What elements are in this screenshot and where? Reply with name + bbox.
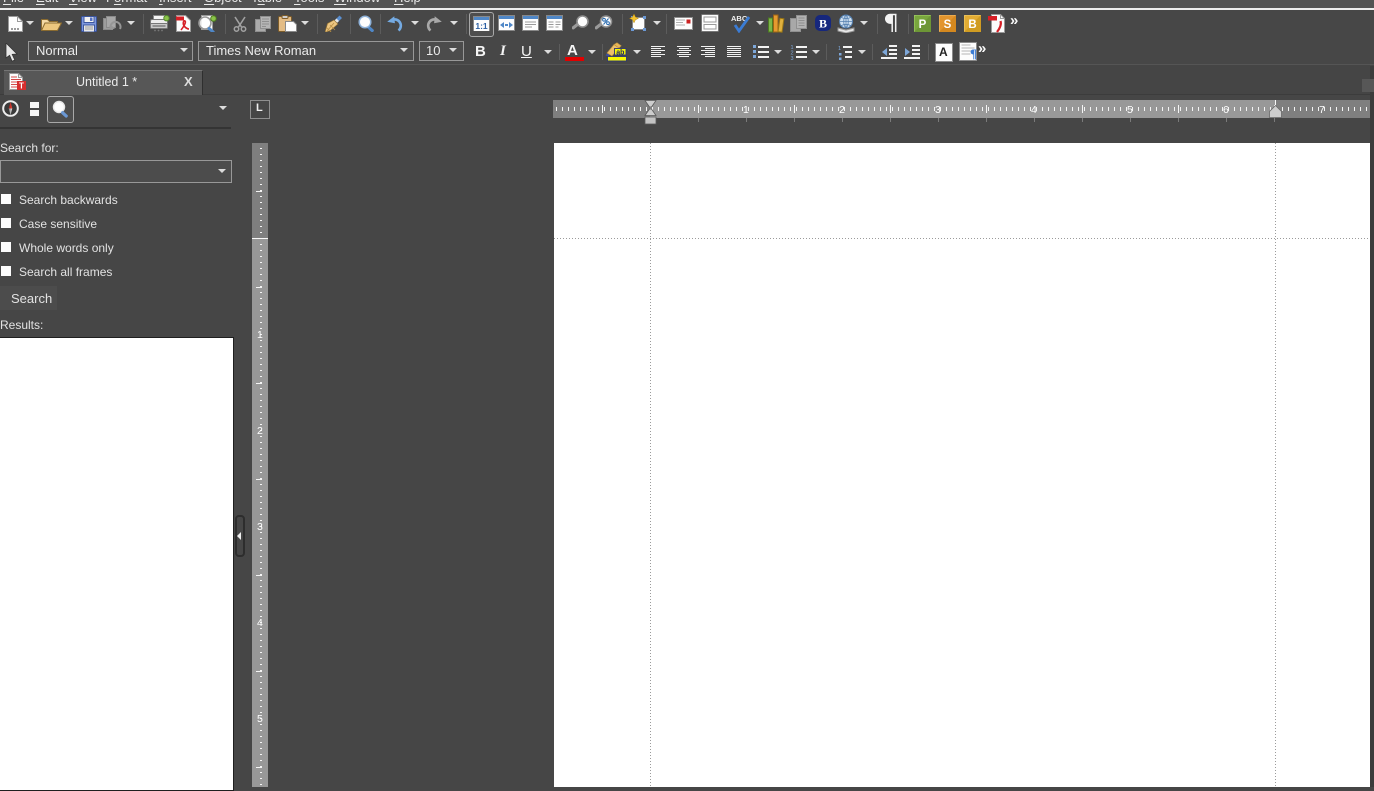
svg-text:B: B (968, 19, 976, 31)
svg-text:1: 1 (838, 46, 841, 52)
svg-text:S: S (944, 19, 952, 31)
svg-text:B: B (819, 17, 827, 31)
svg-text:1:1: 1:1 (475, 21, 488, 31)
svg-text:¶: ¶ (970, 46, 977, 61)
svg-text:ab: ab (616, 49, 624, 56)
svg-text:T: T (19, 82, 24, 91)
svg-text:P: P (919, 19, 927, 31)
svg-text:3: 3 (790, 56, 793, 60)
